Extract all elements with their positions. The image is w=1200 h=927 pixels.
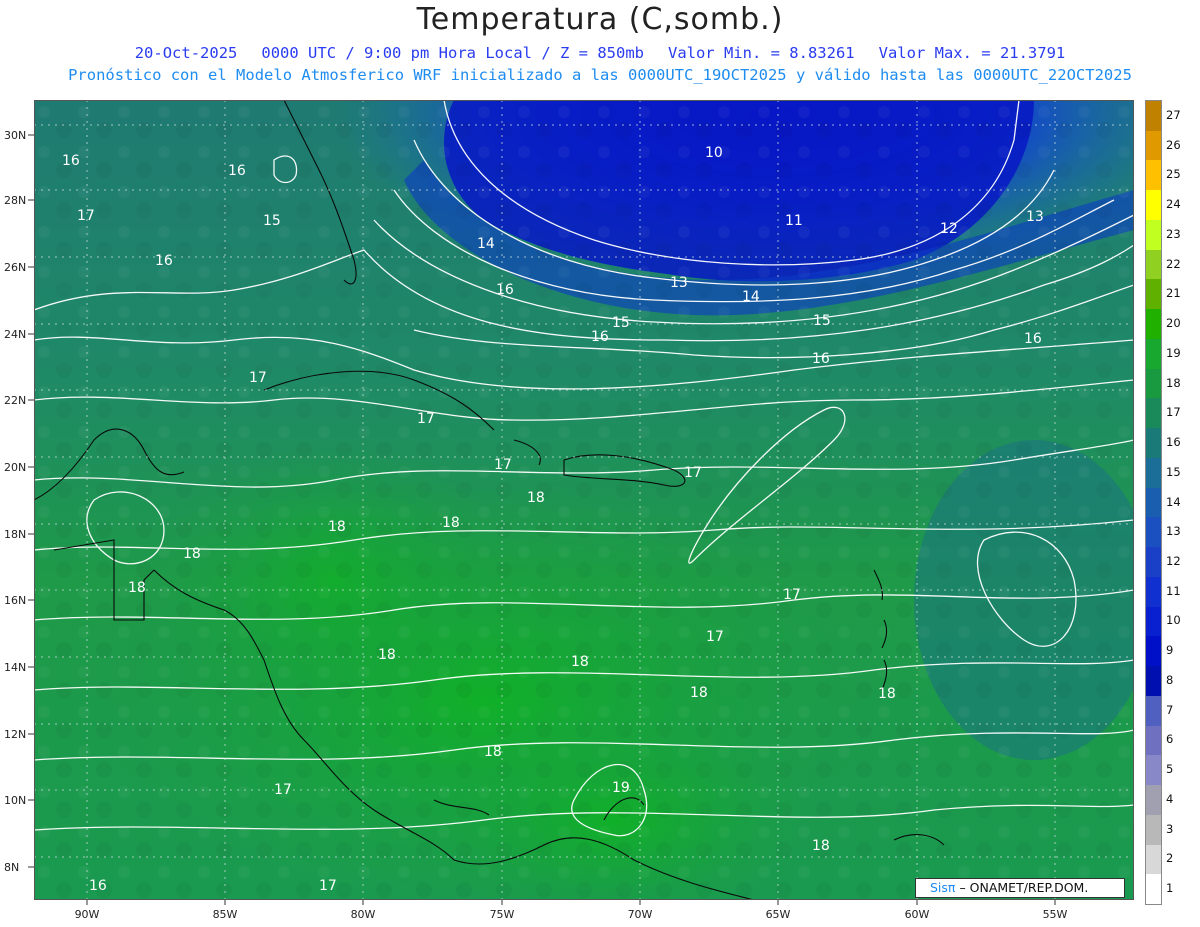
colorbar-cell xyxy=(1146,368,1161,399)
latitude-tick-label: 26N xyxy=(4,261,26,274)
colorbar-cell xyxy=(1146,517,1161,548)
colorbar-cell xyxy=(1146,249,1161,280)
latitude-tick-label: 22N xyxy=(4,394,26,407)
longitude-tick-label: 75W xyxy=(490,908,515,921)
longitude-tick-label: 90W xyxy=(75,908,100,921)
colorbar-cell xyxy=(1146,547,1161,578)
colorbar-cell xyxy=(1146,606,1161,637)
colorbar-cell xyxy=(1146,636,1161,667)
colorbar-cell xyxy=(1146,457,1161,489)
colorbar-cell xyxy=(1146,160,1161,191)
colorbar-level-label: 14 xyxy=(1166,494,1181,509)
longitude-axis: 90W 85W 80W 75W 70W 65W 60W 55W xyxy=(75,900,1068,921)
colorbar-level-label: 5 xyxy=(1166,762,1174,777)
colorbar-level-label: 20 xyxy=(1166,316,1181,331)
latitude-tick-label: 16N xyxy=(4,594,26,607)
latitude-tick-label: 18N xyxy=(4,528,26,541)
colorbar-level-label: 26 xyxy=(1166,137,1181,152)
colorbar-cell xyxy=(1146,309,1161,340)
colorbar-cell xyxy=(1146,338,1161,370)
date-label: 20-Oct-2025 xyxy=(134,44,238,62)
colorbar-level-label: 6 xyxy=(1166,732,1174,747)
colorbar-cell xyxy=(1146,101,1161,132)
colorbar-level-label: 18 xyxy=(1166,375,1181,390)
colorbar-level-label: 16 xyxy=(1166,435,1181,450)
latitude-tick-label: 20N xyxy=(4,461,26,474)
colorbar-cell xyxy=(1146,814,1161,845)
colorbar-cell xyxy=(1146,219,1161,251)
colorbar-level-label: 4 xyxy=(1166,791,1174,806)
colorbar-level-label: 21 xyxy=(1166,286,1181,301)
colorbar-level-label: 27 xyxy=(1166,107,1181,122)
colorbar-level-label: 23 xyxy=(1166,226,1181,241)
colorbar-level-label: 19 xyxy=(1166,345,1181,360)
longitude-tick-label: 65W xyxy=(766,908,791,921)
colorbar-level-label: 17 xyxy=(1166,405,1181,420)
latitude-tick-label: 10N xyxy=(4,794,26,807)
colorbar-level-label: 1 xyxy=(1166,881,1174,896)
colorbar-cell xyxy=(1146,487,1161,518)
colorbar-level-label: 22 xyxy=(1166,256,1181,271)
brand-logo-text: Sisπ xyxy=(930,880,956,895)
chart-title: Temperatura (C,somb.) xyxy=(416,2,784,37)
colorbar-level-label: 10 xyxy=(1166,613,1181,628)
longitude-tick-label: 60W xyxy=(905,908,930,921)
max-value-label: Valor Max. = 21.3791 xyxy=(878,44,1066,62)
min-value-label: Valor Min. = 8.83261 xyxy=(667,44,855,62)
subtitle-model-info: Pronóstico con el Modelo Atmosferico WRF… xyxy=(68,66,1132,84)
colorbar-cell xyxy=(1146,279,1161,310)
colorbar-cell xyxy=(1146,725,1161,756)
credit-box: Sisπ – ONAMET/REP.DOM. xyxy=(915,878,1125,898)
latitude-tick-label: 14N xyxy=(4,661,26,674)
colorbar-cell xyxy=(1146,755,1161,786)
latitude-tick-label: 24N xyxy=(4,328,26,341)
longitude-tick-label: 85W xyxy=(213,908,238,921)
longitude-tick-label: 70W xyxy=(628,908,653,921)
colorbar-level-label: 11 xyxy=(1166,583,1181,598)
colorbar-cell xyxy=(1146,785,1161,816)
colorbar-cell xyxy=(1146,398,1161,429)
colorbar-cell xyxy=(1146,576,1161,608)
colorbar-cell xyxy=(1146,666,1161,697)
colorbar-cell xyxy=(1146,190,1161,221)
longitude-tick-label: 55W xyxy=(1043,908,1068,921)
colorbar-level-label: 7 xyxy=(1166,702,1174,717)
latitude-tick-label: 8N xyxy=(4,861,19,874)
latitude-tick-label: 30N xyxy=(4,129,26,142)
colorbar-cell xyxy=(1146,428,1161,459)
colorbar-level-label: 15 xyxy=(1166,464,1181,479)
colorbar-level-label: 12 xyxy=(1166,553,1181,568)
colorbar-cell xyxy=(1146,130,1161,161)
time-level-label: 0000 UTC / 9:00 pm Hora Local / Z = 850m… xyxy=(261,44,644,62)
colorbar-level-label: 9 xyxy=(1166,643,1174,658)
credit-text: – ONAMET/REP.DOM. xyxy=(959,880,1089,895)
colorbar-cell xyxy=(1146,695,1161,727)
colorbar-level-label: 3 xyxy=(1166,821,1174,836)
colorbar-level-label: 13 xyxy=(1166,524,1181,539)
colorbar-level-label: 24 xyxy=(1166,197,1181,212)
colorbar-level-label: 8 xyxy=(1166,672,1174,687)
colorbar-level-label: 2 xyxy=(1166,851,1174,866)
colorbar-level-label: 25 xyxy=(1166,167,1181,182)
colorbar-cell xyxy=(1146,874,1161,905)
longitude-tick-label: 80W xyxy=(351,908,376,921)
colorbar-cell xyxy=(1146,844,1161,875)
map-axes: 30N 28N 26N 24N 22N 20N 18N 16N 14N 12N 10N 8N 90W 8… xyxy=(4,129,1068,921)
colorbar xyxy=(1145,100,1162,905)
latitude-tick-label: 12N xyxy=(4,728,26,741)
latitude-axis: 30N 28N 26N 24N 22N 20N 18N 16N 14N 12N 10N 8N xyxy=(4,129,34,874)
subtitle-valid-time: 20-Oct-2025 0000 UTC / 9:00 pm Hora Local… xyxy=(0,44,1200,62)
latitude-tick-label: 28N xyxy=(4,194,26,207)
